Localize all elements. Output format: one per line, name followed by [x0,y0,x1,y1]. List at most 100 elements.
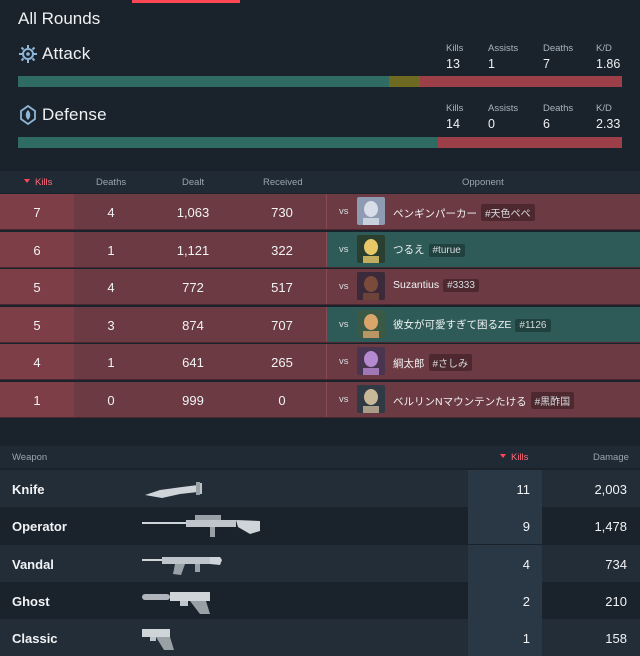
opponent-cell[interactable]: vs 彼女が可愛すぎて困るZE #1126 [326,306,640,342]
weapon-row[interactable]: Vandal 4 734 [0,544,640,582]
opponent-name[interactable]: Suzantius [393,279,439,291]
defense-bar-loss-segment [437,137,622,148]
defense-bar-win-segment [18,137,438,148]
weapon-damage-value: 2,003 [594,482,627,497]
weapon-kills-value: 2 [522,593,530,609]
vs-label: vs [339,318,349,330]
opponent-cell[interactable]: vs 綱太郎 #さしみ [326,344,640,379]
vs-label: vs [339,243,349,255]
received-header[interactable]: Received [263,177,303,188]
attack-bar-loss-segment [419,76,622,87]
defense-deaths: Deaths 6 [543,103,574,131]
active-tab-indicator [132,0,240,3]
duel-row[interactable]: 7 4 1,063 730 vs ペンギンパーカー #天色ペペ [0,194,640,230]
duel-row[interactable]: 4 1 641 265 vs 綱太郎 #さしみ [0,344,640,380]
opponent-cell[interactable]: vs ベルリンNマウンテンたける #黒酢国 [326,381,640,417]
dealt-value: 1,063 [176,205,210,220]
kills-value: 5 [33,317,41,333]
kills-value: 4 [33,355,41,370]
opponent-agent-avatar [357,347,385,375]
attack-bar-other-segment [389,76,420,87]
deaths-value: 4 [107,280,115,295]
opponent-tag: #3333 [443,279,479,292]
weapon-name: Classic [12,631,58,647]
duel-table-header: Kills Deaths Dealt Received Opponent [0,171,640,193]
assault-rifle-icon [140,548,265,579]
weapon-name: Knife [12,482,45,497]
opponent-name[interactable]: ベルリンNマウンテンたける [393,396,527,408]
received-value: 730 [271,205,293,220]
opponent-agent-avatar [357,234,385,263]
defense-kills: Kills 14 [446,103,464,131]
opponent-name[interactable]: つるえ [393,244,425,256]
duel-row[interactable]: 5 3 874 707 vs 彼女が可愛すぎて困るZE #1126 [0,306,640,343]
weapon-damage-value: 158 [605,631,627,647]
vs-label: vs [339,206,349,217]
opponent-tag: #黒酢国 [530,391,575,409]
sort-desc-icon [24,179,30,183]
weapon-damage-value: 734 [605,556,627,572]
opponent-cell[interactable]: vs Suzantius #3333 [326,269,640,304]
opponent-agent-avatar [357,197,385,225]
dealt-value: 641 [182,355,204,370]
received-value: 322 [271,242,293,258]
defense-assists: Assists 0 [488,103,519,131]
weapon-kills-value: 9 [522,519,530,535]
opponent-agent-avatar [357,384,385,413]
vs-label: vs [339,281,349,292]
opponent-cell[interactable]: vs ペンギンパーカー #天色ペペ [326,194,640,229]
defense-label: Defense [42,105,107,124]
dealt-value: 999 [182,392,204,408]
dealt-header[interactable]: Dealt [182,177,204,188]
sort-kills-header[interactable]: Kills [24,177,52,188]
dealt-value: 772 [182,280,204,295]
weapon-kills-value: 1 [522,631,530,647]
opponent-name[interactable]: 綱太郎 [393,358,425,370]
kills-value: 7 [33,205,41,220]
weapon-row[interactable]: Classic 1 158 [0,619,640,656]
page-title: All Rounds [18,9,101,28]
attack-label: Attack [42,44,91,63]
weapon-name: Ghost [12,593,50,609]
kills-value: 5 [33,280,41,295]
attack-round-bar [18,76,622,87]
weapon-row[interactable]: Operator 9 1,478 [0,507,640,545]
opponent-header: Opponent [462,177,504,188]
damage-header[interactable]: Damage [593,452,629,463]
pistol-icon [140,622,265,653]
defense-icon [20,105,36,125]
attack-icon [19,45,37,63]
deaths-value: 1 [107,242,115,258]
attack-bar-win-segment [18,76,390,87]
kills-value: 6 [33,242,41,258]
weapon-row[interactable]: Knife 11 2,003 [0,470,640,507]
opponent-name[interactable]: 彼女が可愛すぎて困るZE [393,319,511,331]
received-value: 707 [271,317,293,333]
opponent-name[interactable]: ペンギンパーカー [393,208,477,220]
deaths-header[interactable]: Deaths [96,177,126,188]
opponent-agent-avatar [357,309,385,338]
attack-kd: K/D 1.86 [596,43,621,71]
weapon-damage-value: 1,478 [594,519,627,535]
deaths-value: 0 [107,392,115,408]
weapon-name: Operator [12,519,67,535]
deaths-value: 1 [107,355,115,370]
opponent-tag: #1126 [515,318,551,332]
knife-icon [140,473,265,504]
pistol-suppressed-icon [140,585,265,616]
vs-label: vs [339,356,349,367]
duel-row[interactable]: 5 4 772 517 vs Suzantius #3333 [0,269,640,305]
opponent-tag: #さしみ [428,354,473,371]
weapon-table-header: Weapon Kills Damage [0,446,640,468]
opponent-tag: #天色ペペ [481,204,535,221]
weapon-kills-value: 11 [516,482,531,497]
dealt-value: 874 [182,317,204,333]
opponent-cell[interactable]: vs つるえ #turue [326,231,640,267]
duel-row[interactable]: 6 1 1,121 322 vs つるえ #turue [0,231,640,268]
duel-row[interactable]: 1 0 999 0 vs ベルリンNマウンテンたける #黒酢国 [0,381,640,418]
sort-weapon-kills-header[interactable]: Kills [500,452,528,463]
received-value: 265 [271,355,293,370]
attack-assists: Assists 1 [488,43,519,71]
deaths-value: 3 [107,317,115,333]
weapon-row[interactable]: Ghost 2 210 [0,581,640,619]
